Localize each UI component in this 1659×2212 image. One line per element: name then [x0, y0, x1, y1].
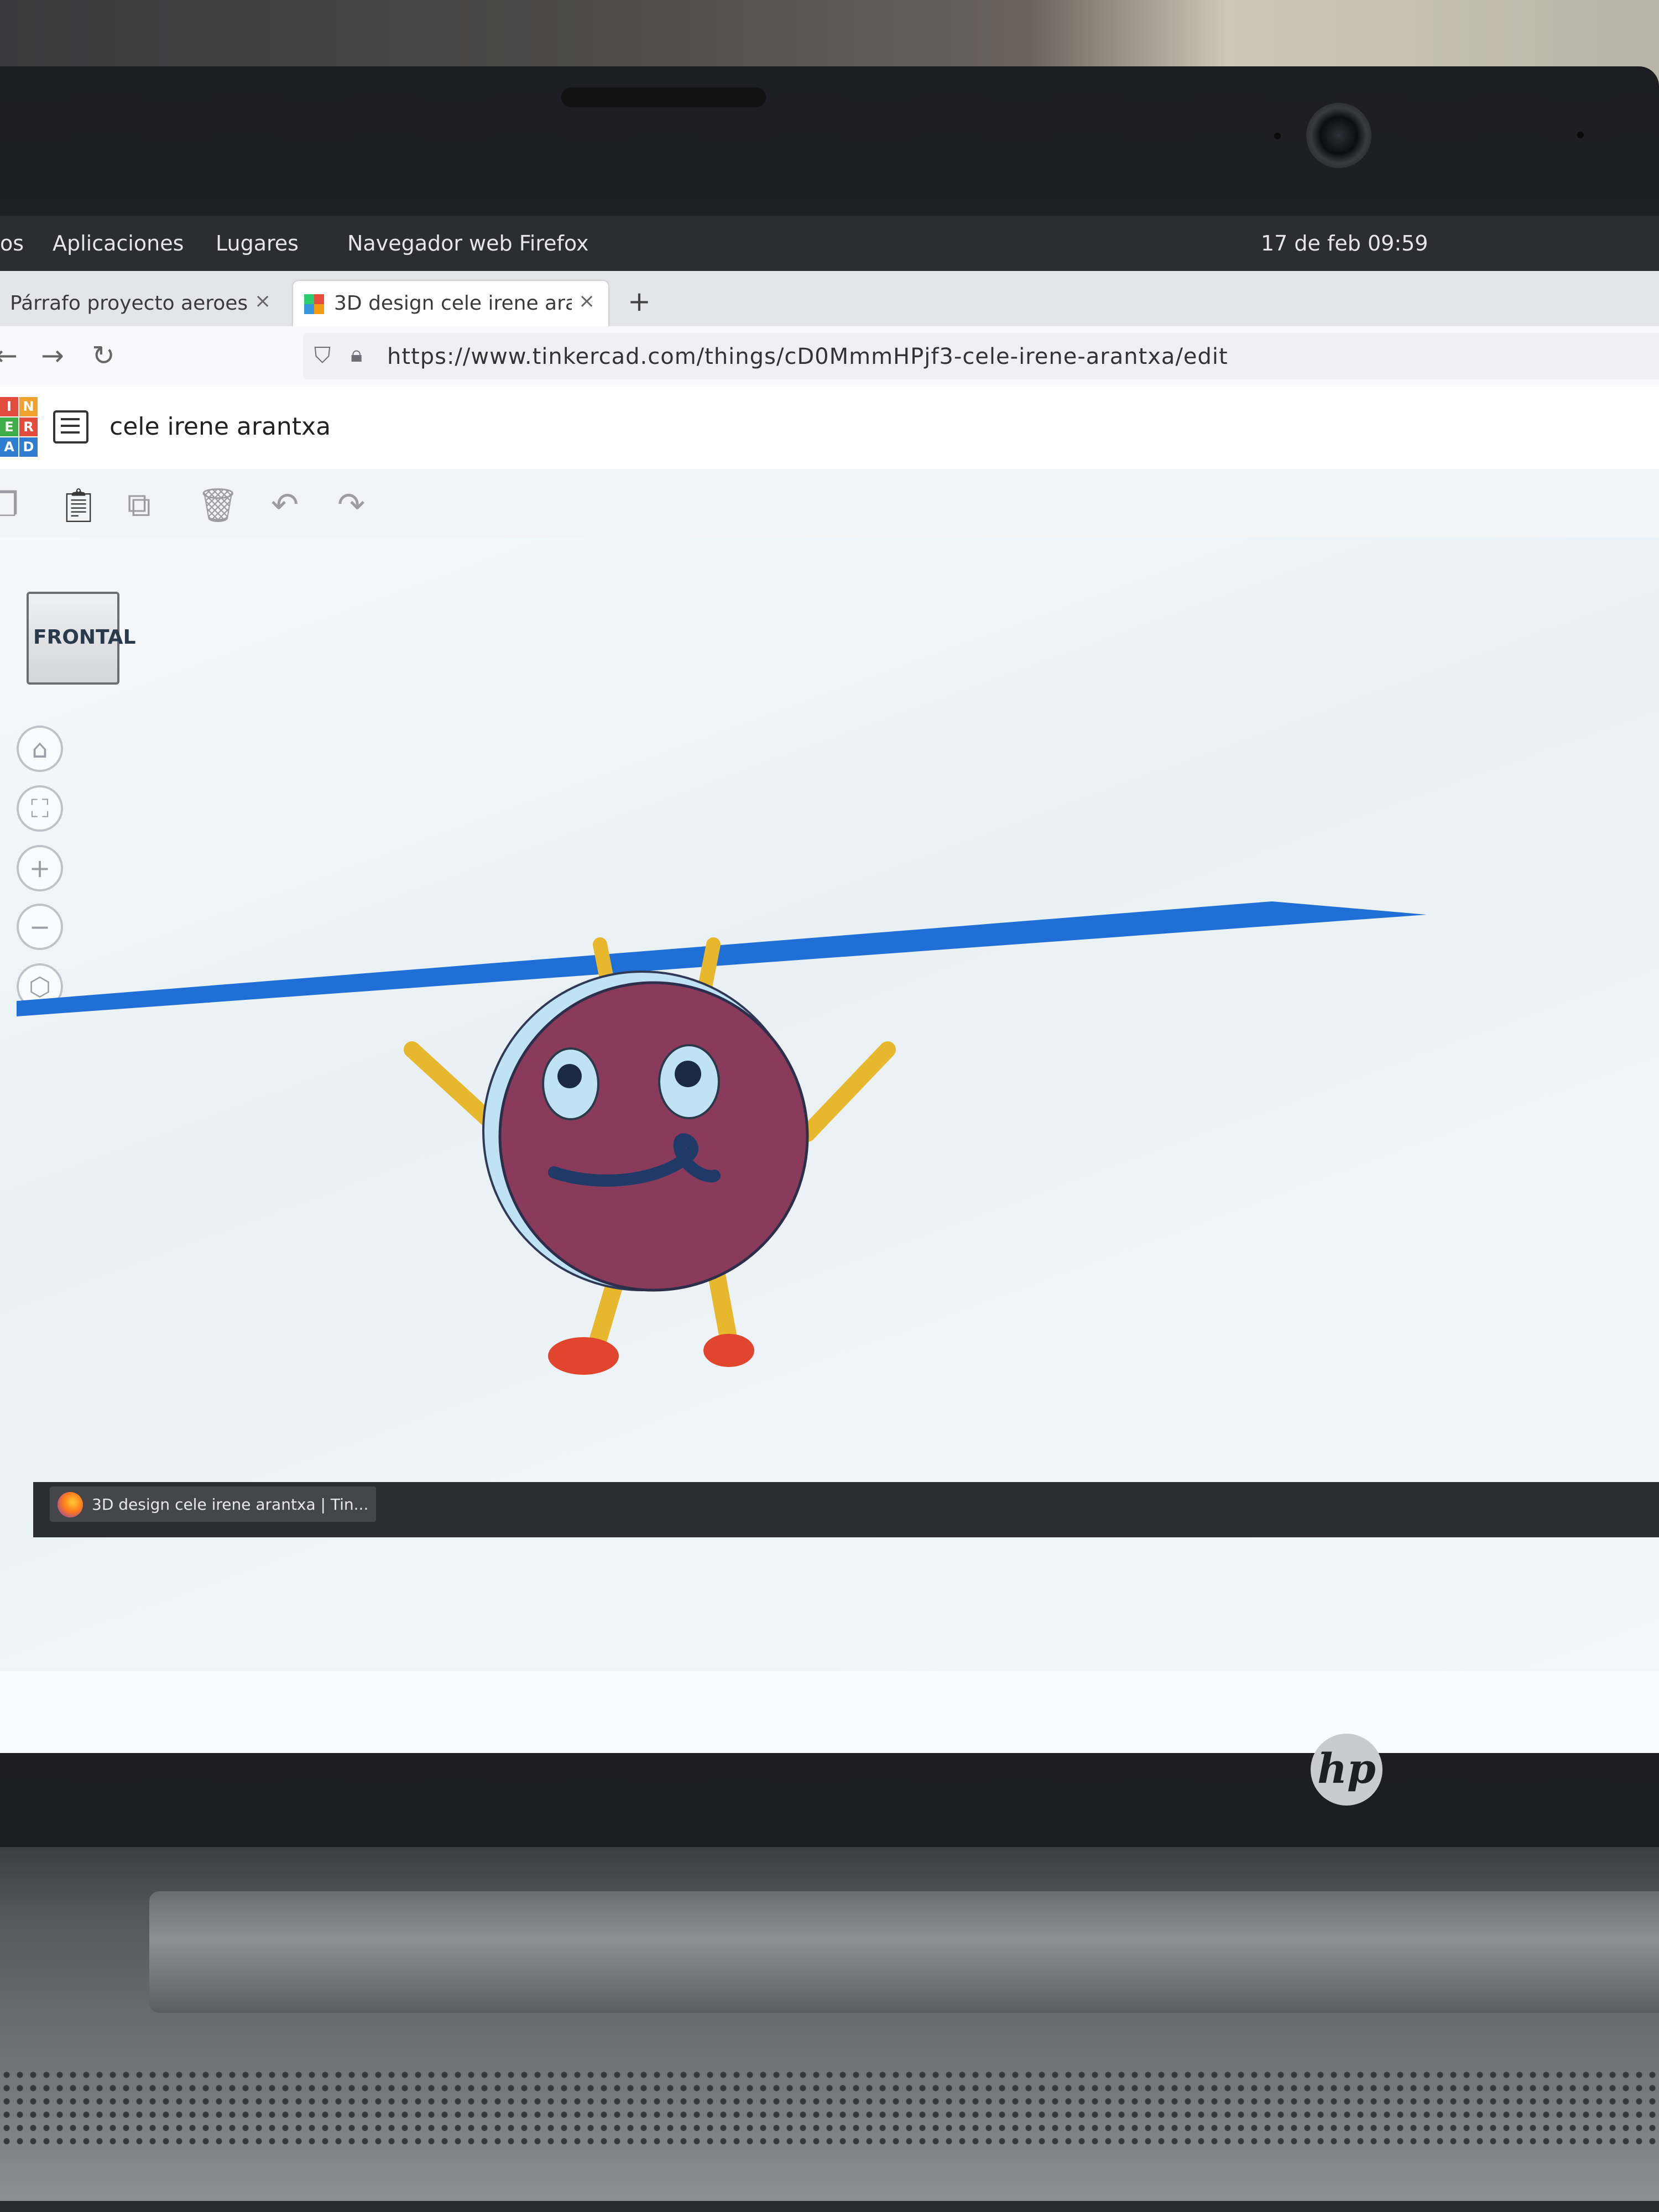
url-bar[interactable]: ⛉ 🔒︎ https://www.tinkercad.com/things/cD… [303, 333, 1659, 379]
fit-view-icon[interactable]: ⛶ [17, 785, 63, 832]
logo-letter: N [19, 397, 38, 416]
logo-letter: D [19, 437, 38, 457]
design-title[interactable]: cele irene arantxa [109, 413, 331, 441]
url-text[interactable]: https://www.tinkercad.com/things/cD0MmmH… [387, 344, 1228, 369]
browser-tab-bar: Párrafo proyecto aeroes × 3D design cele… [0, 271, 1659, 326]
pupil-left [557, 1064, 582, 1088]
taskbar-window-label: 3D design cele irene arantxa | Tin... [92, 1495, 369, 1514]
laptop-hinge [149, 1891, 1659, 2013]
webcam-icon [1306, 103, 1371, 168]
logo-letter: A [0, 437, 18, 457]
undo-icon[interactable]: ↶ [271, 486, 299, 524]
active-app-name[interactable]: Navegador web Firefox [347, 231, 588, 255]
activities-button[interactable]: os [0, 231, 24, 255]
firefox-icon [58, 1492, 83, 1517]
tinkercad-logo[interactable]: I N E R A D [0, 397, 38, 457]
gnome-top-bar: os Aplicaciones Lugares Navegador web Fi… [0, 216, 1659, 271]
tab-label: Párrafo proyecto aeroes [10, 292, 248, 315]
back-arrow-icon[interactable]: ← [0, 340, 18, 372]
view-cube-label: FRONTAL [33, 626, 136, 649]
pupil-right [675, 1061, 701, 1087]
logo-letter: E [0, 417, 18, 437]
tab-parrafo-proyecto[interactable]: Párrafo proyecto aeroes × [0, 281, 276, 326]
taskbar-window-item[interactable]: 3D design cele irene arantxa | Tin... [50, 1486, 376, 1522]
logo-letter: R [19, 417, 38, 437]
applications-menu[interactable]: Aplicaciones [53, 231, 184, 255]
duplicate-icon[interactable]: ⧉ [127, 486, 151, 524]
webcam-light-dot [1577, 132, 1584, 138]
lock-icon[interactable]: 🔒︎ [351, 342, 362, 367]
copy-icon[interactable]: ❐ [0, 486, 19, 524]
delete-icon[interactable]: 🗑︎ [197, 486, 239, 525]
webcam-sensor-dot [1274, 133, 1281, 139]
tinkercad-favicon-icon [304, 294, 324, 314]
edit-toolbar: ❐ 📋︎ ⧉ 🗑︎ ↶ ↷ [0, 469, 1659, 539]
paste-icon[interactable]: 📋︎ [58, 486, 100, 525]
tab-3d-design[interactable]: 3D design cele irene aran × [293, 281, 608, 326]
3d-scene[interactable] [0, 879, 1659, 1432]
home-view-icon[interactable]: ⌂ [17, 726, 63, 772]
close-tab-icon[interactable]: × [578, 290, 595, 312]
browser-nav-bar: ← → ↻ ⛉ 🔒︎ https://www.tinkercad.com/thi… [0, 326, 1659, 388]
new-tab-button[interactable]: + [628, 285, 651, 317]
window-taskbar: 3D design cele irene arantxa | Tin... [33, 1482, 1659, 1537]
logo-letter: I [0, 397, 18, 416]
reload-icon[interactable]: ↻ [92, 340, 115, 372]
hp-logo: hp [1311, 1734, 1383, 1806]
arm-right[interactable] [799, 1041, 896, 1142]
close-tab-icon[interactable]: × [254, 290, 271, 312]
bezel-slot [561, 87, 766, 107]
redo-icon[interactable]: ↷ [337, 486, 365, 524]
foot-left[interactable] [548, 1337, 619, 1375]
shield-icon[interactable]: ⛉ [314, 343, 331, 368]
speaker-grille [0, 2068, 1659, 2151]
body-sphere[interactable] [498, 981, 809, 1292]
foot-right[interactable] [703, 1334, 754, 1367]
view-cube[interactable]: FRONTAL [27, 592, 136, 685]
design-list-icon[interactable] [53, 410, 88, 444]
places-menu[interactable]: Lugares [216, 231, 299, 255]
forward-arrow-icon[interactable]: → [41, 340, 64, 372]
tab-label: 3D design cele irene aran [334, 292, 572, 315]
tinkercad-header: I N E R A D cele irene arantxa [0, 387, 1659, 470]
clock[interactable]: 17 de feb 09:59 [1261, 231, 1428, 255]
